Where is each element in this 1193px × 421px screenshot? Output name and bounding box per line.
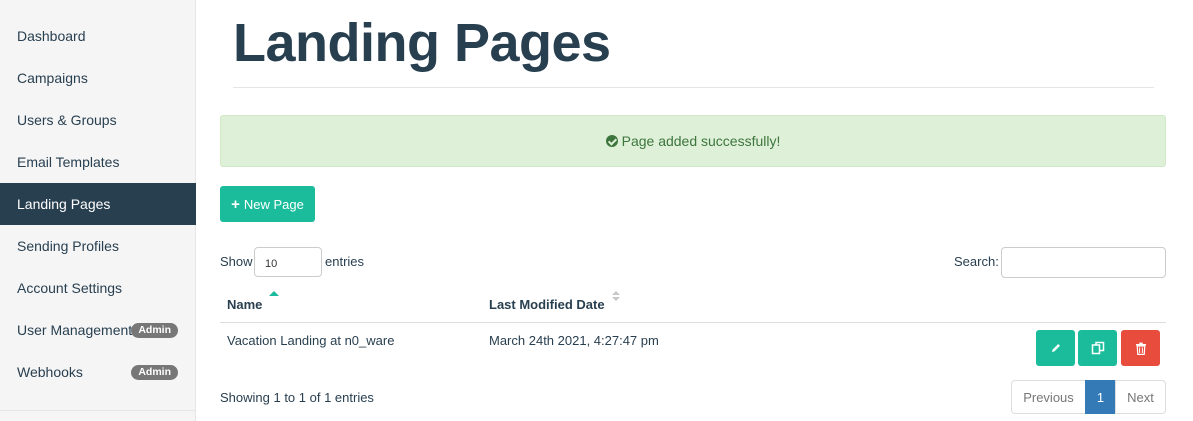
admin-badge: Admin: [131, 365, 178, 380]
sidebar-item-users-groups[interactable]: Users & Groups: [0, 99, 196, 141]
sidebar-item-label: Account Settings: [17, 280, 123, 296]
sidebar-item-label: Sending Profiles: [17, 238, 119, 254]
sidebar-item-campaigns[interactable]: Campaigns: [0, 57, 196, 99]
table-info: Showing 1 to 1 of 1 entries: [220, 390, 374, 405]
sidebar-item-label: User Management: [17, 322, 133, 338]
success-alert: Page added successfully!: [220, 115, 1166, 167]
sidebar-item-label: Users & Groups: [17, 112, 117, 128]
page-size-select[interactable]: 10: [254, 247, 322, 277]
sidebar: Dashboard Campaigns Users & Groups Email…: [0, 0, 196, 421]
check-circle-icon: [605, 135, 618, 147]
row-modified-cell: March 24th 2021, 4:27:47 pm: [489, 333, 659, 348]
sidebar-item-sending-profiles[interactable]: Sending Profiles: [0, 225, 196, 267]
column-header-last-modified[interactable]: Last Modified Date: [489, 297, 605, 312]
sidebar-item-label: Campaigns: [17, 70, 88, 86]
sort-asc-icon[interactable]: [269, 291, 279, 296]
sidebar-divider: [0, 410, 196, 411]
sidebar-item-label: Landing Pages: [17, 196, 111, 212]
page-title: Landing Pages: [233, 13, 611, 73]
alert-message: Page added successfully!: [621, 133, 781, 149]
column-header-name[interactable]: Name: [227, 297, 262, 312]
sidebar-item-account-settings[interactable]: Account Settings: [0, 267, 196, 309]
row-name-cell: Vacation Landing at n0_ware: [227, 333, 395, 348]
trash-icon: [1135, 342, 1146, 355]
delete-button[interactable]: [1121, 330, 1160, 366]
next-page-button[interactable]: Next: [1115, 380, 1166, 414]
search-label: Search:: [954, 254, 999, 269]
search-input[interactable]: [1001, 247, 1166, 278]
entries-label: entries: [325, 254, 365, 269]
sidebar-item-label: Webhooks: [17, 364, 83, 380]
new-page-button[interactable]: + New Page: [220, 186, 315, 222]
sidebar-item-user-management[interactable]: User Management Admin: [0, 309, 196, 351]
show-label: Show: [220, 254, 253, 269]
sidebar-item-label: Dashboard: [17, 28, 86, 44]
plus-icon: +: [231, 195, 240, 213]
sidebar-item-dashboard[interactable]: Dashboard: [0, 15, 196, 57]
sidebar-item-label: Email Templates: [17, 154, 120, 170]
sidebar-item-email-templates[interactable]: Email Templates: [0, 141, 196, 183]
sort-both-icon[interactable]: [612, 291, 620, 301]
sidebar-item-landing-pages[interactable]: Landing Pages: [0, 183, 196, 225]
edit-button[interactable]: [1036, 330, 1075, 366]
copy-icon: [1091, 341, 1104, 355]
table-header-divider: [220, 322, 1166, 323]
new-page-label: New Page: [243, 196, 304, 212]
page-1-button[interactable]: 1: [1085, 380, 1116, 414]
previous-page-button[interactable]: Previous: [1011, 380, 1086, 414]
admin-badge: Admin: [131, 323, 178, 338]
sidebar-item-webhooks[interactable]: Webhooks Admin: [0, 351, 196, 393]
pencil-icon: [1051, 344, 1060, 352]
title-divider: [233, 87, 1154, 88]
copy-button[interactable]: [1078, 330, 1117, 366]
